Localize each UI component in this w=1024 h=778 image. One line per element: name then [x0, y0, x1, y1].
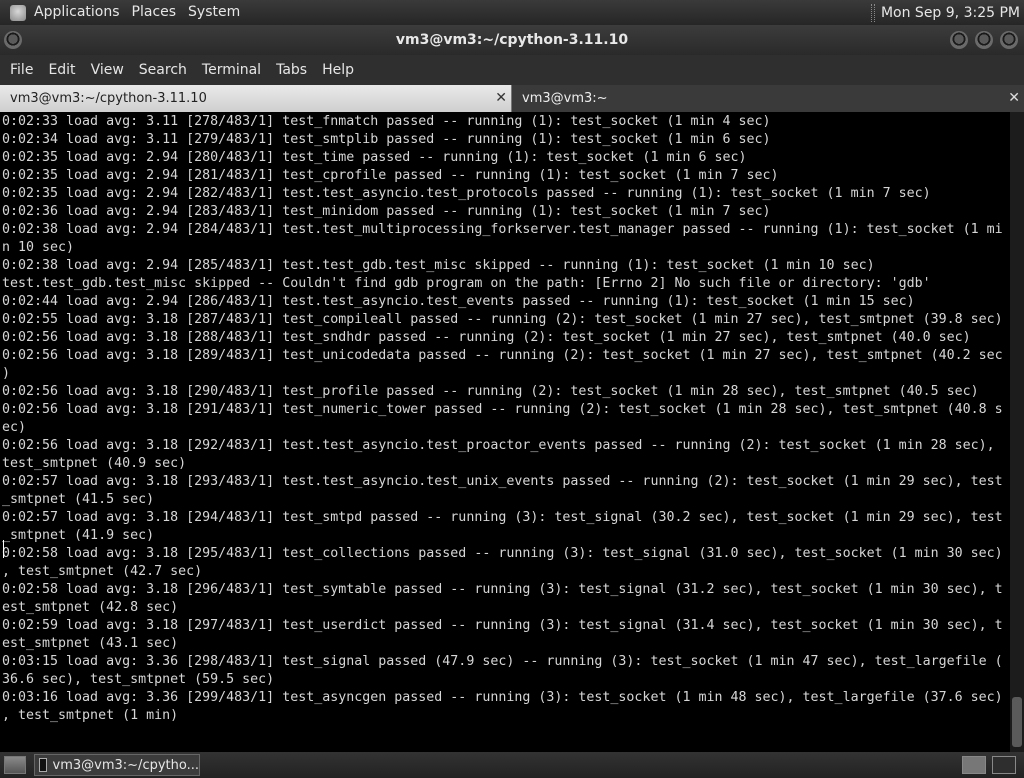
tab-home[interactable]: vm3@vm3:~ ✕ [512, 85, 1024, 112]
terminal-line: 0:02:38 load avg: 2.94 [285/483/1] test.… [2, 258, 875, 273]
taskbar-item-label: vm3@vm3:~/cpytho... [52, 757, 199, 773]
terminal-line: est_smtpnet (42.8 sec) [2, 600, 179, 615]
taskbar-item-terminal[interactable]: vm3@vm3:~/cpytho... [34, 754, 200, 776]
terminal-line: 0:02:57 load avg: 3.18 [294/483/1] test_… [2, 510, 1003, 525]
menu-view[interactable]: View [85, 62, 133, 78]
terminal-line: test.test_gdb.test_misc skipped -- Could… [2, 276, 931, 291]
terminal-line: 0:02:58 load avg: 3.18 [295/483/1] test_… [2, 546, 1003, 561]
tab-label: vm3@vm3:~ [522, 91, 608, 106]
terminal-line: 0:02:38 load avg: 2.94 [284/483/1] test.… [2, 222, 1003, 237]
mouse-ibeam-cursor [3, 540, 5, 558]
terminal-scrollbar[interactable] [1010, 112, 1024, 752]
close-window-icon[interactable] [1000, 31, 1018, 49]
terminal-line: 0:02:58 load avg: 3.18 [296/483/1] test_… [2, 582, 1003, 597]
terminal-line: 0:02:35 load avg: 2.94 [282/483/1] test.… [2, 186, 931, 201]
menu-terminal[interactable]: Terminal [196, 62, 270, 78]
terminal-line: 0:02:44 load avg: 2.94 [286/483/1] test.… [2, 294, 915, 309]
terminal-line: , test_smtpnet (42.7 sec) [2, 564, 203, 579]
terminal-line: 0:02:59 load avg: 3.18 [297/483/1] test_… [2, 618, 1003, 633]
terminal-line: 0:02:33 load avg: 3.11 [278/483/1] test_… [2, 114, 771, 129]
terminal-line: 0:02:34 load avg: 3.11 [279/483/1] test_… [2, 132, 771, 147]
terminal-line: 0:02:56 load avg: 3.18 [288/483/1] test_… [2, 330, 971, 345]
tab-bar: vm3@vm3:~/cpython-3.11.10 ✕ vm3@vm3:~ ✕ [0, 85, 1024, 112]
clock[interactable]: Mon Sep 9, 3:25 PM [881, 5, 1024, 21]
minimize-icon[interactable] [950, 31, 968, 49]
terminal-line: 0:02:56 load avg: 3.18 [289/483/1] test_… [2, 348, 1003, 363]
close-tab-icon[interactable]: ✕ [1008, 85, 1020, 112]
terminal-line: 0:03:15 load avg: 3.36 [298/483/1] test_… [2, 654, 1003, 669]
window-menu-icon[interactable] [4, 31, 22, 49]
window-title: vm3@vm3:~/cpython-3.11.10 [395, 32, 629, 48]
bottom-panel: vm3@vm3:~/cpytho... [0, 752, 1024, 778]
terminal-line: est_smtpnet (43.1 sec) [2, 636, 179, 651]
menu-system[interactable]: System [182, 0, 246, 25]
terminal-line: 0:02:56 load avg: 3.18 [292/483/1] test.… [2, 438, 995, 453]
menu-file[interactable]: File [4, 62, 42, 78]
top-panel: Applications Places System Mon Sep 9, 3:… [0, 0, 1024, 25]
terminal-line: ec) [2, 420, 27, 435]
terminal-output[interactable]: 0:02:33 load avg: 3.11 [278/483/1] test_… [0, 112, 1010, 752]
terminal-line: n 10 sec) [2, 240, 75, 255]
terminal-line: , test_smtpnet (1 min) [2, 708, 179, 723]
menu-tabs[interactable]: Tabs [270, 62, 316, 78]
tab-cpython[interactable]: vm3@vm3:~/cpython-3.11.10 ✕ [0, 85, 512, 112]
menu-help[interactable]: Help [316, 62, 363, 78]
terminal-line: 0:02:57 load avg: 3.18 [293/483/1] test.… [2, 474, 1003, 489]
terminal-line: test_smtpnet (40.9 sec) [2, 456, 187, 471]
terminal-line: _smtpnet (41.5 sec) [2, 492, 155, 507]
terminal-line: 0:02:36 load avg: 2.94 [283/483/1] test_… [2, 204, 771, 219]
terminal-line: 36.6 sec), test_smtpnet (59.5 sec) [2, 672, 275, 687]
terminal-line: 0:02:35 load avg: 2.94 [281/483/1] test_… [2, 168, 779, 183]
window-titlebar[interactable]: vm3@vm3:~/cpython-3.11.10 [0, 25, 1024, 55]
terminal-line: ) [2, 366, 11, 381]
terminal-line: _smtpnet (41.9 sec) [2, 528, 155, 543]
tab-label: vm3@vm3:~/cpython-3.11.10 [10, 91, 207, 106]
scrollbar-thumb[interactable] [1012, 697, 1022, 747]
menu-places[interactable]: Places [126, 0, 183, 25]
terminal-line: 0:02:55 load avg: 3.18 [287/483/1] test_… [2, 312, 1003, 327]
close-tab-icon[interactable]: ✕ [495, 85, 507, 112]
workspace-2[interactable] [992, 756, 1016, 774]
terminal-menubar: File Edit View Search Terminal Tabs Help [0, 55, 1024, 85]
terminal-line: 0:03:16 load avg: 3.36 [299/483/1] test_… [2, 690, 1003, 705]
menu-edit[interactable]: Edit [42, 62, 84, 78]
menu-applications[interactable]: Applications [28, 0, 126, 25]
show-desktop-icon[interactable] [4, 756, 26, 774]
maximize-icon[interactable] [975, 31, 993, 49]
terminal-icon [39, 758, 47, 772]
terminal-line: 0:02:35 load avg: 2.94 [280/483/1] test_… [2, 150, 747, 165]
terminal-line: 0:02:56 load avg: 3.18 [291/483/1] test_… [2, 402, 1003, 417]
applications-icon[interactable] [10, 4, 26, 21]
terminal-line: 0:02:56 load avg: 3.18 [290/483/1] test_… [2, 384, 979, 399]
workspace-1[interactable] [962, 756, 986, 774]
panel-separator-handle [870, 3, 875, 22]
menu-search[interactable]: Search [133, 62, 196, 78]
terminal-text: 0:02:33 load avg: 3.11 [278/483/1] test_… [0, 112, 1010, 725]
